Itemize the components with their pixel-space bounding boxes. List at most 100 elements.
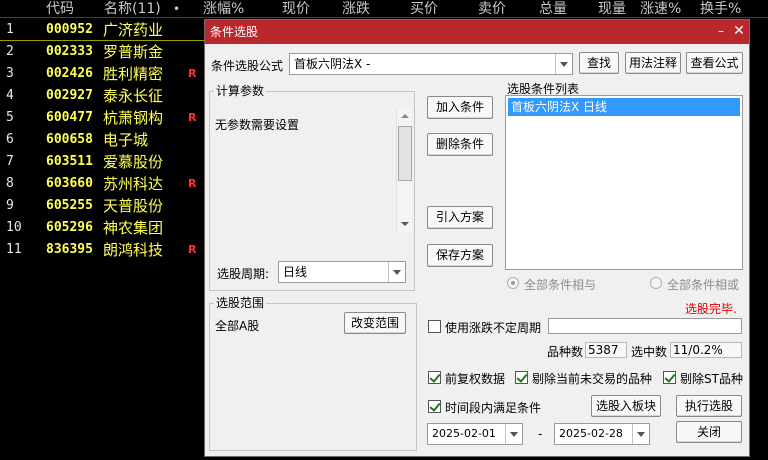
- exclude-no-trade-checkbox[interactable]: [515, 371, 528, 384]
- radio-all-or[interactable]: [650, 277, 662, 289]
- condition-list[interactable]: 首板六阴法X 日线: [505, 95, 743, 270]
- usage-notes-button[interactable]: 用法注释: [625, 52, 681, 74]
- stock-code: 605296: [46, 220, 93, 235]
- status-text: 选股完毕.: [685, 302, 737, 316]
- close-button[interactable]: 关闭: [676, 421, 742, 443]
- selected-label: 选中数: [631, 345, 668, 359]
- column-header-ask[interactable]: 卖价: [478, 0, 506, 18]
- column-header-change[interactable]: 涨跌: [342, 0, 370, 18]
- margin-flag: R: [188, 243, 197, 256]
- scroll-up-icon[interactable]: [401, 114, 409, 118]
- row-index: 10: [6, 220, 22, 235]
- table-row[interactable]: 5 600477 杭萧钢构 R: [0, 107, 204, 129]
- count-label: 品种数: [547, 345, 584, 359]
- column-header-speed[interactable]: 涨速%: [640, 0, 681, 18]
- table-row[interactable]: 7 603511 爱慕股份: [0, 151, 204, 173]
- chevron-down-icon[interactable]: [632, 424, 649, 444]
- stock-code: 600477: [46, 110, 93, 125]
- chevron-down-icon[interactable]: [505, 424, 522, 444]
- prerestore-label: 前复权数据: [445, 372, 506, 386]
- column-header-change-pct[interactable]: 涨幅%: [203, 0, 244, 18]
- minimize-icon[interactable]: –: [713, 23, 729, 39]
- params-text: 无参数需要设置: [215, 118, 300, 132]
- add-condition-button[interactable]: 加入条件: [427, 96, 493, 119]
- condition-list-item[interactable]: 首板六阴法X 日线: [508, 98, 740, 116]
- stock-list-header: 代码 名称(11) • 涨幅% 现价 涨跌 买价 卖价 总量 现量 涨速% 换手…: [0, 0, 768, 18]
- stock-name: 罗普斯金: [103, 43, 164, 61]
- column-header-code[interactable]: 代码: [46, 0, 74, 18]
- delete-condition-button[interactable]: 删除条件: [427, 133, 493, 156]
- formula-label: 条件选股公式: [211, 59, 284, 73]
- stock-name: 苏州科达: [103, 175, 164, 193]
- close-icon[interactable]: ✕: [731, 23, 747, 39]
- stock-name: 泰永长征: [103, 87, 164, 105]
- row-index: 4: [6, 88, 14, 103]
- formula-select[interactable]: 首板六阴法X -: [289, 53, 573, 75]
- table-row[interactable]: 11 836395 朗鸿科技 R: [0, 239, 204, 261]
- period-select[interactable]: 日线: [278, 261, 406, 283]
- params-scrollbar[interactable]: [396, 108, 412, 232]
- save-plan-button[interactable]: 保存方案: [427, 244, 493, 267]
- radio-all-or-label: 全部条件相或: [667, 278, 740, 292]
- stock-name: 天普股份: [103, 197, 164, 215]
- date-separator: -: [538, 427, 543, 441]
- row-index: 8: [6, 176, 14, 191]
- column-header-price[interactable]: 现价: [282, 0, 310, 18]
- stock-code: 603660: [46, 176, 93, 191]
- period-label: 选股周期:: [217, 267, 270, 281]
- find-button[interactable]: 查找: [579, 52, 619, 74]
- stock-name: 胜利精密: [103, 65, 164, 83]
- chevron-down-icon[interactable]: [388, 262, 405, 282]
- row-index: 5: [6, 110, 14, 125]
- stock-code: 000952: [46, 22, 93, 37]
- table-row[interactable]: 9 605255 天普股份: [0, 195, 204, 217]
- time-range-label: 时间段内满足条件: [445, 401, 542, 415]
- column-header-volume[interactable]: 总量: [539, 0, 567, 18]
- scrollbar-thumb[interactable]: [398, 126, 412, 181]
- uncertain-period-input[interactable]: [548, 318, 742, 334]
- add-to-block-button[interactable]: 选股入板块: [591, 395, 661, 417]
- stock-code: 002927: [46, 88, 93, 103]
- prerestore-checkbox[interactable]: [428, 371, 441, 384]
- stock-screening-dialog: 条件选股 – ✕ 条件选股公式 首板六阴法X - 查找 用法注释 查看公式 计算…: [204, 19, 750, 457]
- stock-name: 朗鸿科技: [103, 241, 164, 259]
- column-header-turnover[interactable]: 换手%: [700, 0, 741, 18]
- import-plan-button[interactable]: 引入方案: [427, 206, 493, 229]
- table-row[interactable]: 3 002426 胜利精密 R: [0, 63, 204, 85]
- table-row[interactable]: 1 000952 广济药业: [0, 19, 204, 41]
- table-row[interactable]: 4 002927 泰永长征: [0, 85, 204, 107]
- table-row[interactable]: 6 600658 电子城: [0, 129, 204, 151]
- date-from-picker[interactable]: 2025-02-01: [427, 423, 523, 445]
- change-range-button[interactable]: 改变范围: [344, 312, 406, 334]
- margin-flag: R: [188, 177, 197, 190]
- chevron-down-icon[interactable]: [555, 54, 572, 74]
- stock-code: 836395: [46, 242, 93, 257]
- stock-name: 神农集团: [103, 219, 164, 237]
- radio-all-and[interactable]: [507, 277, 519, 289]
- uncertain-period-label: 使用涨跌不定周期: [445, 321, 542, 335]
- selected-value: 11/0.2%: [670, 342, 742, 358]
- table-row[interactable]: 8 603660 苏州科达 R: [0, 173, 204, 195]
- time-range-checkbox[interactable]: [428, 400, 441, 413]
- table-row[interactable]: 2 002333 罗普斯金: [0, 41, 204, 63]
- column-header-name[interactable]: 名称(11): [104, 0, 161, 18]
- uncertain-period-checkbox[interactable]: [428, 320, 441, 333]
- row-index: 3: [6, 66, 14, 81]
- date-to-picker[interactable]: 2025-02-28: [554, 423, 650, 445]
- row-index: 11: [6, 242, 22, 257]
- column-header-bid[interactable]: 买价: [410, 0, 438, 18]
- exclude-st-checkbox[interactable]: [663, 371, 676, 384]
- count-value: 5387: [585, 342, 627, 358]
- table-row[interactable]: 10 605296 神农集团: [0, 217, 204, 239]
- row-index: 6: [6, 132, 14, 147]
- stock-code: 605255: [46, 198, 93, 213]
- radio-all-and-label: 全部条件相与: [524, 278, 597, 292]
- params-group-title: 计算参数: [214, 84, 267, 98]
- stock-name: 电子城: [103, 131, 149, 149]
- view-formula-button[interactable]: 查看公式: [686, 52, 743, 74]
- column-header-current-volume[interactable]: 现量: [598, 0, 626, 18]
- execute-screening-button[interactable]: 执行选股: [676, 395, 742, 417]
- row-index: 2: [6, 44, 14, 59]
- dialog-titlebar[interactable]: 条件选股 – ✕: [205, 20, 749, 44]
- scroll-down-icon[interactable]: [401, 222, 409, 226]
